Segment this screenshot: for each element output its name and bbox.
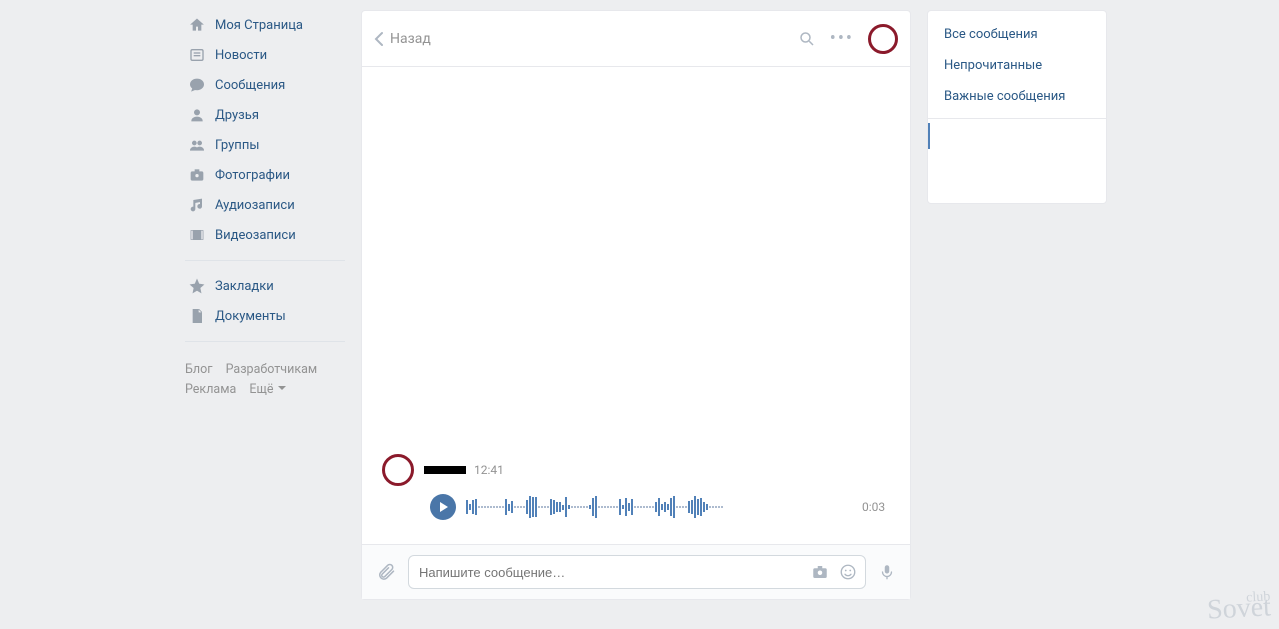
camera-icon [187,165,207,185]
message-composer [362,544,910,599]
nav-label: Новости [215,48,267,63]
nav-my-page[interactable]: Моя Страница [185,10,345,40]
footer-ads[interactable]: Реклама [185,382,236,397]
nav-label: Сообщения [215,78,285,93]
nav-friends[interactable]: Друзья [185,100,345,130]
nav-video[interactable]: Видеозаписи [185,220,345,250]
nav-messages[interactable]: Сообщения [185,70,345,100]
nav-label: Аудиозаписи [215,198,295,213]
filter-active-conversation[interactable] [942,125,1092,147]
sender-avatar[interactable] [382,454,414,486]
nav-photos[interactable]: Фотографии [185,160,345,190]
messages-icon [187,75,207,95]
nav-documents[interactable]: Документы [185,301,345,331]
photo-icon[interactable] [811,563,829,581]
filter-important[interactable]: Важные сообщения [928,81,1106,112]
music-icon [187,195,207,215]
nav-audio[interactable]: Аудиозаписи [185,190,345,220]
sender-name-redacted [424,466,466,474]
filter-all-messages[interactable]: Все сообщения [928,19,1106,50]
nav-label: Друзья [215,108,259,123]
waveform[interactable] [466,494,852,520]
message-time: 12:41 [474,463,504,477]
play-button[interactable] [430,494,456,520]
filter-divider [928,118,1106,119]
nav-divider [185,341,345,342]
search-icon[interactable] [798,30,816,48]
message-input-wrap [408,555,866,589]
emoji-icon[interactable] [839,563,857,581]
chat-body: 12:41 0:03 [362,67,910,544]
filter-unread[interactable]: Непрочитанные [928,50,1106,81]
nav-label: Фотографии [215,168,290,183]
microphone-icon[interactable] [878,562,896,582]
news-icon [187,45,207,65]
more-options-icon[interactable]: ••• [830,28,854,49]
nav-divider [185,260,345,261]
footer-blog[interactable]: Блог [185,362,212,377]
chat-header: Назад ••• [362,11,910,67]
footer-more[interactable]: Ещё [249,382,285,397]
voice-message: 0:03 [430,494,890,520]
message-input[interactable] [409,565,811,580]
nav-groups[interactable]: Группы [185,130,345,160]
left-sidebar: Моя Страница Новости Сообщения Друзья [185,10,345,600]
back-button[interactable]: Назад [374,31,431,47]
document-icon [187,306,207,326]
nav-label: Моя Страница [215,18,303,33]
nav-label: Группы [215,138,259,153]
nav-news[interactable]: Новости [185,40,345,70]
message-row: 12:41 0:03 [382,454,890,520]
attach-icon[interactable] [376,562,396,582]
back-label: Назад [390,31,431,47]
star-icon [187,276,207,296]
chat-panel: Назад ••• 12:41 0 [361,10,911,600]
nav-label: Видеозаписи [215,228,296,243]
nav-label: Закладки [215,279,274,294]
voice-duration: 0:03 [862,500,890,514]
video-icon [187,225,207,245]
groups-icon [187,135,207,155]
message-filters: Все сообщения Непрочитанные Важные сообщ… [927,10,1107,204]
footer-links: Блог Разработчикам Реклама Ещё [185,360,345,400]
home-icon [187,15,207,35]
chat-partner-avatar[interactable] [868,24,898,54]
footer-developers[interactable]: Разработчикам [226,362,318,377]
friends-icon [187,105,207,125]
nav-label: Документы [215,309,286,324]
nav-bookmarks[interactable]: Закладки [185,271,345,301]
